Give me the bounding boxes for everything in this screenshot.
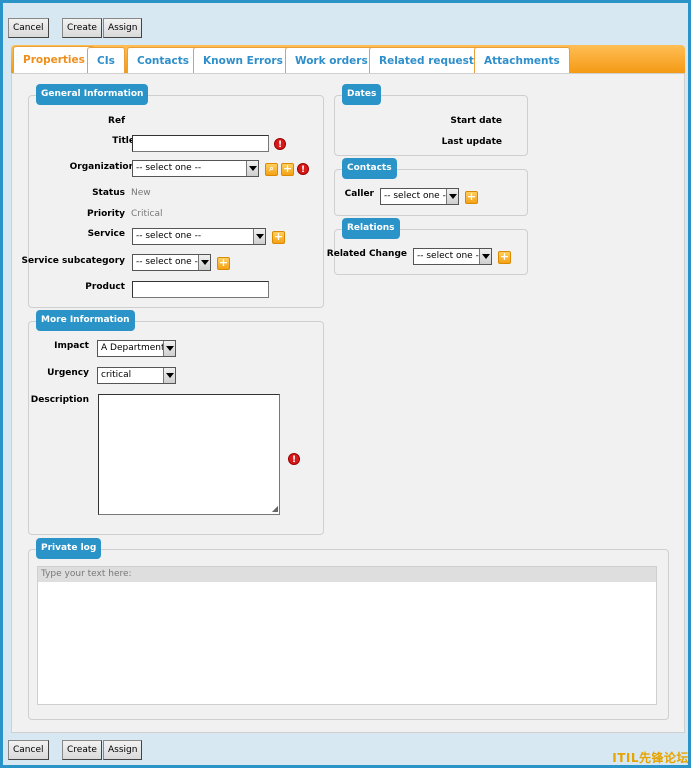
cancel-button-top[interactable]: Cancel [8, 18, 49, 38]
resize-grip-icon[interactable]: ◢ [272, 505, 278, 513]
relations-legend: Relations [342, 218, 400, 239]
description-label: Description [30, 395, 89, 405]
title-input[interactable] [132, 135, 269, 152]
private-log-group: Private log Type your text here: [28, 538, 669, 720]
tab-cis[interactable]: CIs [87, 47, 125, 73]
status-label: Status [92, 188, 125, 198]
service-label: Service [87, 229, 125, 239]
organization-label: Organization [69, 162, 135, 172]
more-information-group: More Information Impact A Department Urg… [28, 310, 324, 535]
tab-attachments[interactable]: Attachments [474, 47, 570, 73]
priority-label: Priority [87, 209, 125, 219]
chevron-down-icon [246, 161, 258, 176]
related-change-label: Related Change [326, 249, 407, 259]
product-label: Product [85, 282, 125, 292]
related-change-select[interactable]: -- select one -- [413, 248, 492, 265]
service-subcategory-select[interactable]: -- select one -- [132, 254, 211, 271]
urgency-select-value: critical [101, 370, 132, 380]
urgency-select[interactable]: critical [97, 367, 176, 384]
urgency-label: Urgency [47, 368, 89, 378]
service-select[interactable]: -- select one -- [132, 228, 266, 245]
forum-watermark: ITIL先锋论坛 [612, 751, 689, 765]
caller-label: Caller [344, 189, 374, 199]
ref-label: Ref [108, 116, 125, 126]
organization-select-value: -- select one -- [136, 163, 202, 173]
caller-select[interactable]: -- select one -- [380, 188, 459, 205]
properties-panel: General Information Ref Title ! Organiza… [11, 73, 685, 733]
chevron-down-icon [163, 341, 175, 356]
app-frame: Cancel Create Assign Properties CIs Cont… [0, 0, 691, 768]
cancel-button-bottom[interactable]: Cancel [8, 740, 49, 760]
product-input[interactable] [132, 281, 269, 298]
private-log-legend: Private log [36, 538, 102, 559]
tab-work-orders[interactable]: Work orders [285, 47, 378, 73]
tab-known-errors[interactable]: Known Errors [193, 47, 293, 73]
start-date-label: Start date [450, 116, 502, 126]
assign-button-top[interactable]: Assign [103, 18, 143, 38]
title-required-error-icon: ! [274, 138, 286, 150]
priority-value: Critical [131, 209, 163, 219]
status-value: New [131, 188, 151, 198]
organization-select[interactable]: -- select one -- [132, 160, 259, 177]
contacts-group: Contacts Caller -- select one -- + [334, 158, 528, 216]
dates-legend: Dates [342, 84, 382, 105]
tab-contacts[interactable]: Contacts [127, 47, 199, 73]
add-related-change-icon[interactable]: + [498, 251, 511, 264]
relations-group: Relations Related Change -- select one -… [327, 218, 528, 275]
add-organization-icon[interactable]: + [281, 163, 294, 176]
contacts-legend: Contacts [342, 158, 397, 179]
create-button-bottom[interactable]: Create [62, 740, 102, 760]
chevron-down-icon [479, 249, 491, 264]
service-select-value: -- select one -- [136, 231, 202, 241]
add-caller-icon[interactable]: + [465, 191, 478, 204]
general-information-group: General Information Ref Title ! Organiza… [22, 84, 324, 308]
impact-select-value: A Department [101, 343, 165, 353]
tab-bar: Properties CIs Contacts Known Errors Wor… [11, 45, 685, 74]
tab-properties[interactable]: Properties [13, 46, 95, 74]
chevron-down-icon [253, 229, 265, 244]
general-information-legend: General Information [36, 84, 149, 105]
impact-label: Impact [54, 341, 89, 351]
chevron-down-icon [198, 255, 210, 270]
search-icon[interactable]: ⌕ [265, 163, 278, 176]
more-information-legend: More Information [36, 310, 135, 331]
add-service-subcategory-icon[interactable]: + [217, 257, 230, 270]
description-required-error-icon: ! [288, 453, 300, 465]
related-change-select-value: -- select one -- [417, 251, 483, 261]
organization-required-error-icon: ! [297, 163, 309, 175]
description-textarea[interactable]: ◢ [98, 394, 280, 515]
create-button-top[interactable]: Create [62, 18, 102, 38]
chevron-down-icon [446, 189, 458, 204]
service-subcategory-select-value: -- select one -- [136, 257, 202, 267]
service-subcategory-label: Service subcategory [21, 256, 126, 266]
caller-select-value: -- select one -- [384, 191, 450, 201]
tab-related-requests[interactable]: Related requests [369, 47, 491, 73]
add-service-icon[interactable]: + [272, 231, 285, 244]
impact-select[interactable]: A Department [97, 340, 176, 357]
private-log-editor[interactable]: Type your text here: [37, 566, 657, 705]
chevron-down-icon [163, 368, 175, 383]
last-update-label: Last update [441, 137, 502, 147]
dates-group: Dates Start date Last update [334, 84, 528, 156]
assign-button-bottom[interactable]: Assign [103, 740, 143, 760]
private-log-placeholder: Type your text here: [38, 567, 656, 582]
